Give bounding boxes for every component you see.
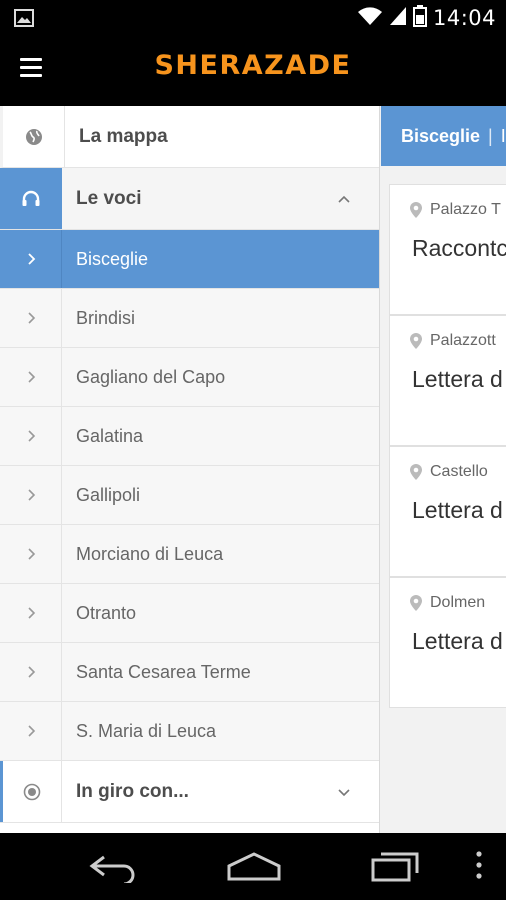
tab-bar: Bisceglie | I xyxy=(381,106,506,166)
story-card[interactable]: Dolmen Lettera d xyxy=(389,577,506,708)
chevron-right-icon xyxy=(0,525,62,583)
drawer-section-le-voci[interactable]: Le voci xyxy=(0,168,379,230)
home-icon[interactable] xyxy=(226,849,282,883)
tab-next[interactable]: I xyxy=(501,126,506,147)
location-pin-icon xyxy=(410,333,422,349)
drawer-item-santa-cesarea-terme[interactable]: Santa Cesarea Terme xyxy=(0,643,379,702)
story-card[interactable]: Palazzott Lettera d xyxy=(389,315,506,446)
drawer-item-label: S. Maria di Leuca xyxy=(76,720,217,741)
overflow-menu-icon[interactable] xyxy=(474,849,484,883)
card-place: Castello xyxy=(430,463,488,480)
battery-icon xyxy=(412,4,427,32)
headphones-icon xyxy=(0,168,62,229)
gallery-notification-icon xyxy=(14,9,34,27)
drawer-item-label: Gallipoli xyxy=(76,484,141,505)
signal-icon xyxy=(389,6,407,31)
drawer-item-label: Brindisi xyxy=(76,307,136,328)
card-place: Palazzott xyxy=(430,332,496,349)
story-card[interactable]: Castello Lettera d xyxy=(389,446,506,577)
chevron-up-icon xyxy=(338,195,350,203)
drawer-section-la-mappa[interactable]: La mappa xyxy=(0,106,379,168)
drawer-item-brindisi[interactable]: Brindisi xyxy=(0,289,379,348)
chevron-right-icon xyxy=(0,643,62,701)
card-title: Lettera d xyxy=(412,628,503,654)
drawer-section-label: La mappa xyxy=(79,125,168,147)
location-pin-icon xyxy=(410,202,422,218)
drawer-section-label: Le voci xyxy=(76,187,142,209)
chevron-right-icon xyxy=(0,702,62,760)
back-icon[interactable] xyxy=(88,849,140,883)
globe-icon xyxy=(3,106,65,167)
drawer-item-label: Galatina xyxy=(76,425,144,446)
main-panel: Bisceglie | I Palazzo T Raccontc Palazzo… xyxy=(381,106,506,833)
story-card[interactable]: Palazzo T Raccontc xyxy=(389,184,506,315)
system-navigation-bar xyxy=(0,833,506,900)
card-title: Lettera d xyxy=(412,366,503,392)
target-icon xyxy=(0,761,62,822)
navigation-drawer: La mappa Le voci Bisceglie Brindisi Gagl… xyxy=(0,106,380,833)
wifi-icon xyxy=(357,6,383,31)
drawer-item-label: Gagliano del Capo xyxy=(76,366,226,387)
drawer-section-in-giro-con[interactable]: In giro con... xyxy=(0,761,379,823)
location-pin-icon xyxy=(410,464,422,480)
drawer-item-label: Morciano di Leuca xyxy=(76,543,224,564)
tab-separator: | xyxy=(488,125,493,146)
drawer-item-otranto[interactable]: Otranto xyxy=(0,584,379,643)
drawer-item-gagliano-del-capo[interactable]: Gagliano del Capo xyxy=(0,348,379,407)
chevron-right-icon xyxy=(0,407,62,465)
drawer-item-morciano-di-leuca[interactable]: Morciano di Leuca xyxy=(0,525,379,584)
chevron-right-icon xyxy=(0,466,62,524)
drawer-item-label: Otranto xyxy=(76,602,137,623)
status-bar: 14:04 xyxy=(0,0,506,36)
card-title: Lettera d xyxy=(412,497,503,523)
drawer-item-label: Santa Cesarea Terme xyxy=(76,661,251,682)
tab-bisceglie[interactable]: Bisceglie xyxy=(401,126,480,147)
clock: 14:04 xyxy=(432,6,496,30)
app-bar: SHERAZADE xyxy=(0,36,506,106)
drawer-item-s-maria-di-leuca[interactable]: S. Maria di Leuca xyxy=(0,702,379,761)
drawer-item-label: Bisceglie xyxy=(76,248,149,269)
drawer-item-gallipoli[interactable]: Gallipoli xyxy=(0,466,379,525)
chevron-down-icon xyxy=(338,788,350,796)
drawer-section-label: In giro con... xyxy=(76,780,189,802)
recent-apps-icon[interactable] xyxy=(370,849,422,883)
card-title: Raccontc xyxy=(412,235,506,261)
app-logo: SHERAZADE xyxy=(154,50,352,81)
chevron-right-icon xyxy=(0,289,62,347)
chevron-right-icon xyxy=(0,348,62,406)
card-place: Dolmen xyxy=(430,594,486,611)
location-pin-icon xyxy=(410,595,422,611)
drawer-item-bisceglie[interactable]: Bisceglie xyxy=(0,230,379,289)
card-place: Palazzo T xyxy=(430,201,501,218)
content-area: Bisceglie | I Palazzo T Raccontc Palazzo… xyxy=(0,106,506,833)
chevron-right-icon xyxy=(0,230,62,288)
chevron-right-icon xyxy=(0,584,62,642)
drawer-item-galatina[interactable]: Galatina xyxy=(0,407,379,466)
